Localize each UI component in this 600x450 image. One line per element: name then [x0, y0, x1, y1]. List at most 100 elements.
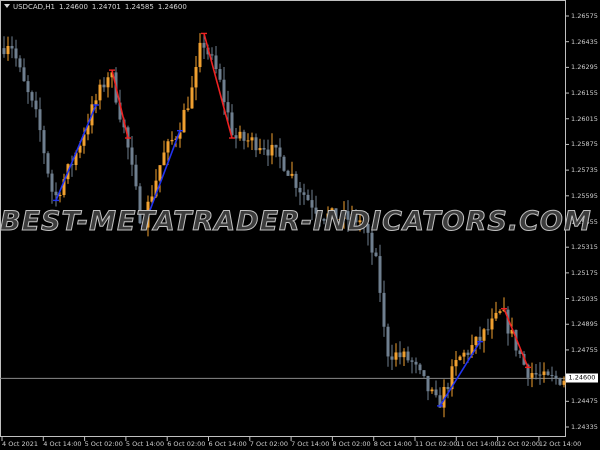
candle-body [422, 370, 426, 377]
chart-window[interactable]: USDCAD,H1 1.24600 1.24701 1.24585 1.24600 BE… [0, 0, 600, 450]
x-tick-label: 5 Oct 02:00 [84, 440, 123, 448]
candle-body [214, 55, 218, 70]
candle-body [390, 356, 394, 360]
y-tick-label: 1.26435 [571, 37, 598, 46]
candle-body [530, 373, 534, 378]
y-tick-label: 1.25735 [571, 166, 598, 175]
candle-body [134, 164, 138, 187]
candle-body [258, 148, 262, 151]
candle-body [106, 77, 110, 88]
close-value: 1.24600 [157, 3, 187, 11]
candle-body [170, 139, 174, 142]
candle-body [542, 371, 546, 376]
candle-body [382, 292, 386, 327]
candle-body [166, 141, 170, 153]
candle-body [290, 173, 294, 176]
candle-body [2, 48, 6, 55]
x-tick-label: 7 Oct 02:00 [249, 440, 289, 448]
zigzag-segment-down [111, 69, 129, 139]
candle-body [222, 79, 226, 103]
candle-body [186, 108, 190, 110]
candle-body [254, 137, 258, 151]
candle-body [130, 147, 134, 165]
x-tick-label: 8 Oct 14:00 [373, 440, 412, 448]
candle-body [94, 100, 98, 105]
candle-body [182, 109, 186, 133]
candle-body [394, 352, 398, 360]
low-value: 1.24585 [124, 3, 154, 11]
candle-body [474, 336, 478, 346]
y-tick-label: 1.25175 [571, 268, 598, 277]
x-tick-label: 5 Oct 14:00 [125, 440, 165, 448]
candle-body [210, 54, 214, 56]
candle-body [194, 67, 198, 88]
candle-body [30, 92, 34, 101]
candle-body [418, 364, 422, 371]
candle-body [402, 351, 406, 358]
candle-body [434, 389, 438, 396]
collapse-triangle-icon[interactable] [4, 4, 10, 8]
x-tick-label: 4 Oct 2021 [2, 440, 39, 448]
candle-body [34, 100, 38, 110]
candle-body [298, 187, 302, 193]
candle-body [498, 311, 502, 313]
candle-body [270, 144, 274, 156]
candle-body [158, 165, 162, 181]
candle-body [462, 352, 466, 357]
candle-body [250, 137, 254, 141]
candle-body [546, 371, 550, 375]
candle-body [50, 173, 54, 192]
candle-body [466, 352, 470, 355]
candle-body [446, 386, 450, 390]
y-tick-label: 1.25035 [571, 294, 598, 303]
candle-body [430, 389, 434, 392]
candle-body [414, 361, 418, 365]
candle-body [486, 329, 490, 331]
watermark: BEST-METATRADER-INDICATORS.COM [0, 206, 592, 238]
candle-body [38, 109, 42, 131]
candle-body [46, 153, 50, 174]
candle-body [482, 329, 486, 341]
candle-body [554, 375, 558, 379]
candle-body [286, 170, 290, 176]
candle-body [98, 84, 102, 101]
x-tick-label: 4 Oct 14:00 [43, 440, 82, 448]
x-tick-label: 11 Oct 02:00 [415, 440, 458, 448]
candle-body [162, 152, 166, 166]
y-tick-label: 1.24335 [571, 423, 598, 431]
candle-body [294, 173, 298, 188]
candle-body [454, 360, 458, 367]
symbol-label: USDCAD,H1 [13, 3, 55, 11]
candle-body [102, 84, 106, 88]
candle-body [534, 373, 538, 375]
candle-body [398, 352, 402, 358]
zigzag-segment-down [203, 33, 233, 139]
candle-body [10, 46, 14, 49]
candle-body [6, 46, 10, 55]
candle-body [550, 374, 554, 376]
candle-body [302, 192, 306, 195]
candle-body [226, 102, 230, 113]
y-tick-label: 1.25875 [571, 140, 598, 149]
candle-body [374, 252, 378, 257]
candle-body [538, 374, 542, 376]
candle-body [494, 312, 498, 319]
candle-body [378, 256, 382, 293]
candle-body [282, 156, 286, 171]
y-tick-label: 1.24475 [571, 397, 598, 406]
y-tick-label: 1.26015 [571, 114, 598, 123]
candle-body [218, 69, 222, 80]
zigzag-segment-up [55, 104, 97, 201]
candle-body [558, 378, 562, 385]
candle-body [278, 147, 282, 157]
candle-body [18, 58, 22, 68]
candle-body [410, 360, 414, 362]
x-tick-label: 6 Oct 14:00 [208, 440, 247, 448]
candle-body [22, 67, 26, 82]
y-tick-label: 1.26155 [571, 89, 598, 98]
candle-body [490, 318, 494, 330]
x-tick-label: 12 Oct 14:00 [538, 440, 582, 448]
x-tick-label: 12 Oct 02:00 [497, 440, 540, 448]
candle-body [238, 131, 242, 139]
x-tick-label: 8 Oct 02:00 [332, 440, 371, 448]
